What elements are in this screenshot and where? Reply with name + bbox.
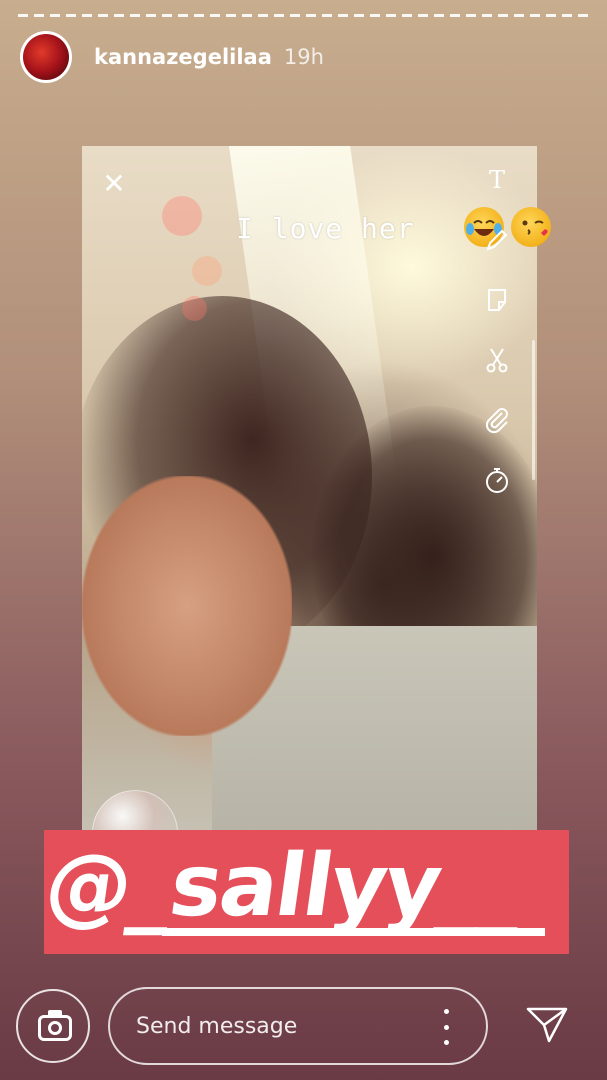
camera-button[interactable] [16, 989, 90, 1063]
send-icon[interactable] [525, 1005, 569, 1045]
story-editing-tools: T [482, 165, 512, 525]
story-header: kannazegelilaa 19h [20, 30, 324, 84]
story-caption: I love her [236, 212, 415, 245]
timer-icon[interactable] [482, 465, 512, 495]
username[interactable]: kannazegelilaa [94, 45, 272, 69]
close-icon[interactable]: ✕ [100, 170, 128, 198]
send-message-input[interactable]: Send message [108, 987, 488, 1065]
text-icon[interactable]: T [482, 165, 512, 195]
mention-sticker[interactable]: @_sallyy__ [39, 830, 569, 954]
pen-icon[interactable] [482, 225, 512, 255]
mention-underline [162, 928, 545, 936]
scissors-icon[interactable] [482, 345, 512, 375]
story-photo [82, 146, 537, 846]
face-blowing-a-kiss-icon [511, 207, 551, 247]
more-options-icon[interactable] [440, 1009, 452, 1045]
story-progress-bar [18, 14, 589, 17]
sticker-icon[interactable] [482, 285, 512, 315]
story-footer: Send message [0, 985, 607, 1065]
mention-text: @_sallyy__ [38, 836, 529, 936]
avatar[interactable] [20, 31, 72, 83]
paperclip-icon[interactable] [482, 405, 512, 435]
scrollbar[interactable] [532, 340, 535, 480]
message-placeholder: Send message [136, 1014, 298, 1039]
post-time: 19h [283, 45, 324, 69]
